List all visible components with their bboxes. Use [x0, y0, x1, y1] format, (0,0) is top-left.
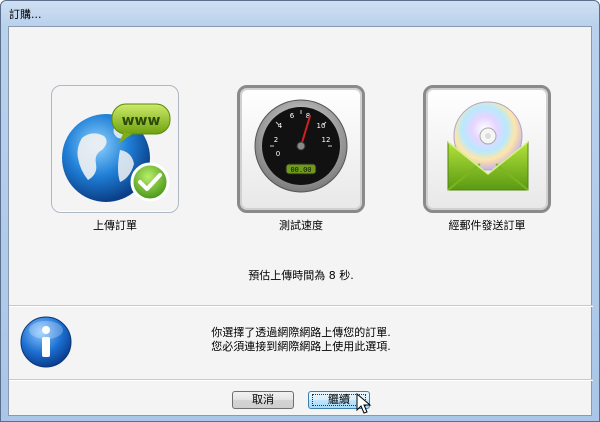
divider — [9, 305, 593, 307]
email-order-option[interactable] — [423, 85, 551, 213]
upload-order-option[interactable]: www — [51, 85, 179, 213]
mouse-cursor-icon — [356, 393, 372, 414]
test-speed-label: 測試速度 — [279, 219, 323, 232]
order-dialog: 訂購... www 上傳訂單 2 4 6 8 10 12 0 00.00 測試速… — [0, 0, 600, 422]
speed-readout: 00.00 — [290, 166, 311, 174]
cancel-button[interactable]: 取消 — [232, 391, 294, 409]
globe-www-check-icon: www — [62, 103, 171, 202]
window-title: 訂購... — [9, 8, 42, 21]
tick-label: 2 — [274, 136, 278, 144]
cd-envelope-icon — [447, 101, 529, 191]
divider — [9, 379, 593, 381]
tick-label: 0 — [276, 150, 280, 158]
speedometer-icon: 2 4 6 8 10 12 0 00.00 — [254, 99, 348, 193]
dialog-body: www 上傳訂單 2 4 6 8 10 12 0 00.00 測試速度 經郵件發… — [8, 26, 593, 416]
svg-text:www: www — [122, 113, 161, 129]
test-speed-option[interactable]: 2 4 6 8 10 12 0 00.00 — [237, 85, 365, 213]
tick-label: 4 — [278, 122, 283, 130]
email-order-label: 經郵件發送訂單 — [448, 219, 526, 232]
estimate-text: 預估上傳時間為 8 秒. — [248, 269, 354, 282]
title-bar[interactable]: 訂購... — [1, 1, 599, 25]
upload-order-label: 上傳訂單 — [93, 219, 137, 232]
info-message-line2: 您必須連接到網際網路上使用此選項. — [211, 340, 391, 353]
tick-label: 12 — [322, 136, 331, 144]
tick-label: 6 — [290, 112, 295, 120]
